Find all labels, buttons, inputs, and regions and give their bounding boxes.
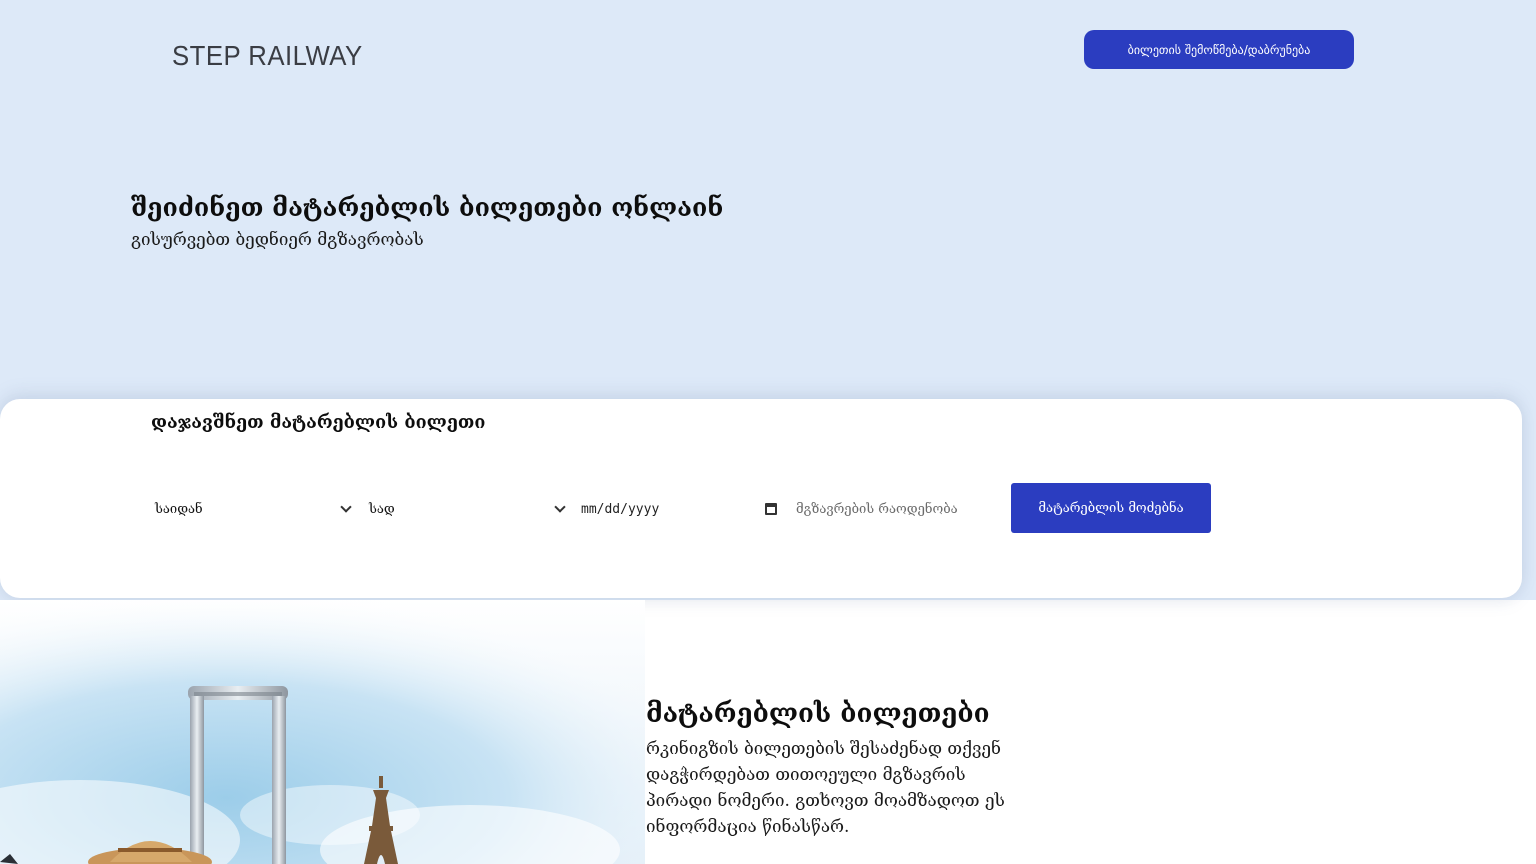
hero-title: შეიძინეთ მატარებლის ბილეთები ონლაინ <box>131 193 724 222</box>
date-placeholder: mm/dd/yyyy <box>581 501 660 517</box>
check-return-ticket-button[interactable]: ბილეთის შემოწმება/დაბრუნება <box>1084 30 1354 69</box>
hero-subtitle: გისურვებთ ბედნიერ მგზავრობას <box>131 230 424 250</box>
info-title: მატარებლის ბილეთები <box>646 699 990 729</box>
to-select[interactable]: სად <box>363 494 568 524</box>
info-text: რკინიგზის ბილეთების შესაძენად თქვენ დაგჭ… <box>646 739 1005 837</box>
chevron-down-icon <box>340 501 352 513</box>
site-logo[interactable]: STEP RAILWAY <box>172 40 363 72</box>
date-input[interactable]: mm/dd/yyyy <box>575 494 783 524</box>
travel-illustration-art <box>0 600 645 864</box>
suitcase-handle-grip <box>194 692 282 696</box>
travel-illustration <box>0 600 645 864</box>
booking-title: დაჯავშნეთ მატარებლის ბილეთი <box>151 412 486 433</box>
search-train-button[interactable]: მატარებლის მოძებნა <box>1011 483 1211 533</box>
from-select-value: საიდან <box>155 501 203 517</box>
passenger-count-input[interactable] <box>790 494 1000 524</box>
suitcase-handle-left <box>190 696 204 864</box>
to-select-value: სად <box>369 501 395 517</box>
suitcase-handle-right <box>272 696 286 864</box>
chevron-down-icon <box>554 501 566 513</box>
from-select[interactable]: საიდან <box>149 494 354 524</box>
cloud <box>240 785 420 845</box>
calendar-icon[interactable] <box>765 503 777 515</box>
